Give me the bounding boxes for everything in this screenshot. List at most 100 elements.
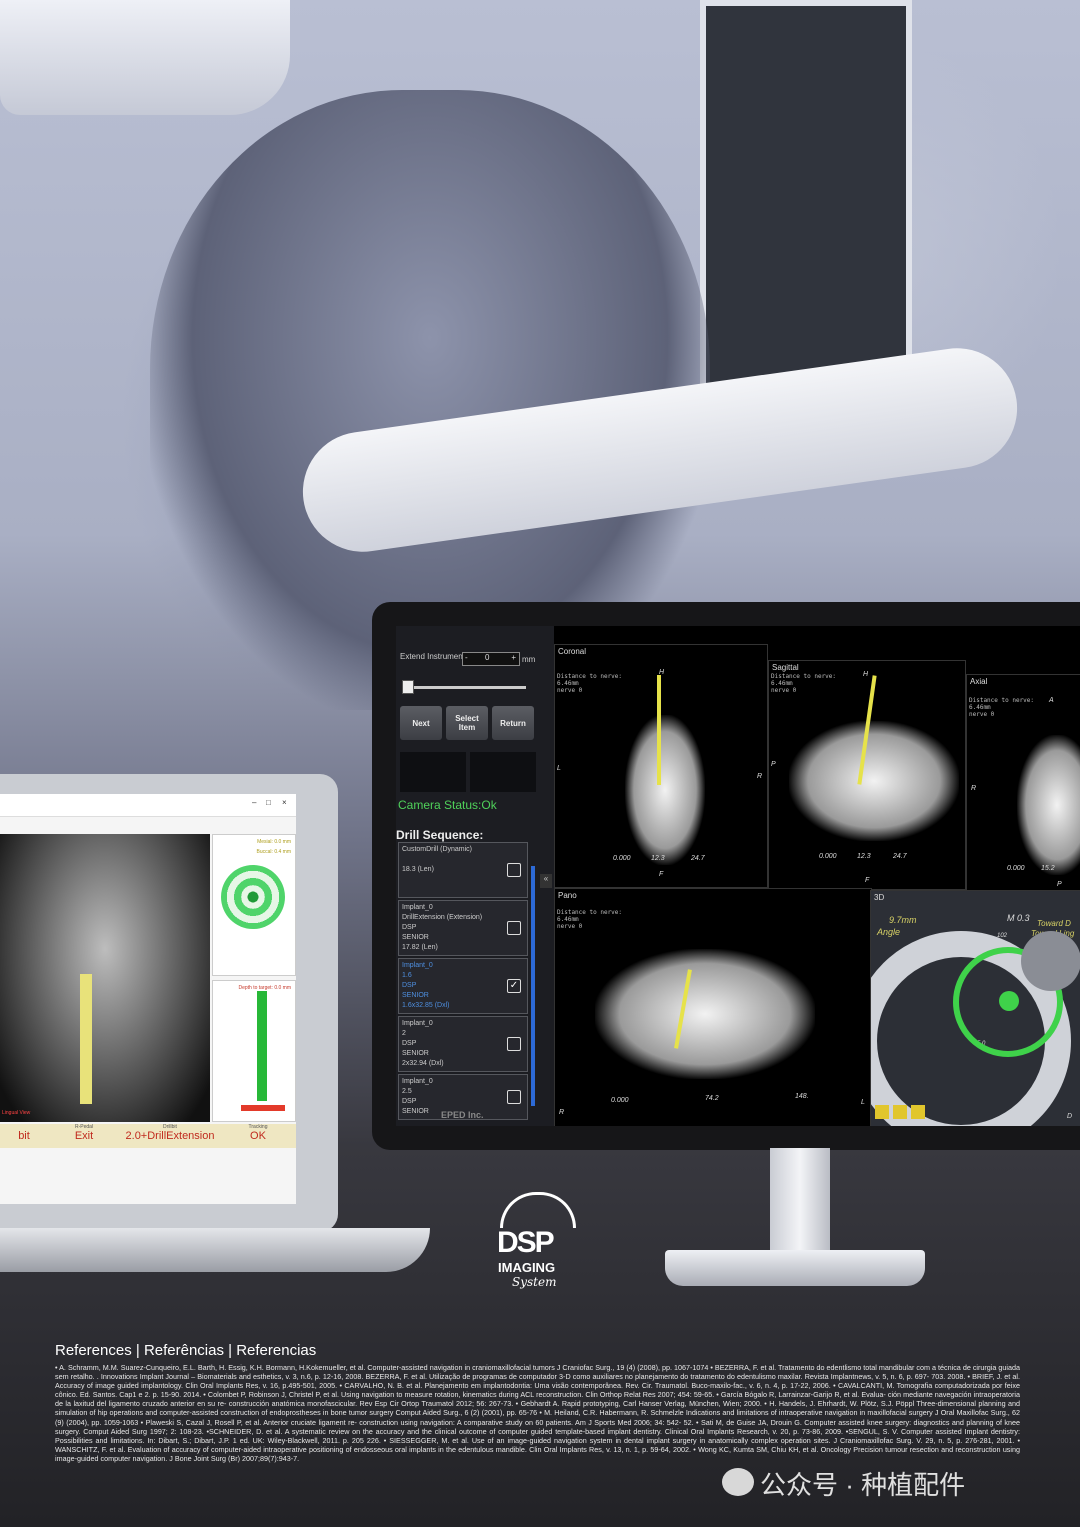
drill-line: 2 xyxy=(402,1030,406,1037)
depth-target-line xyxy=(241,1105,285,1111)
select-item-button[interactable]: Select Item xyxy=(446,706,488,740)
pano-orient-right: L xyxy=(861,1099,865,1106)
3d-rotate-right-icon[interactable] xyxy=(911,1105,925,1119)
drill-list-scrollbar[interactable] xyxy=(531,866,535,1106)
coronal-distance-note: Distance to nerve: 6.46mm nerve 0 xyxy=(557,673,623,694)
vendor-label: EPED Inc. xyxy=(441,1110,484,1120)
drill-checkbox[interactable] xyxy=(507,1037,521,1051)
panoramic-view[interactable]: Pano Distance to nerve: 6.46mm nerve 0 R… xyxy=(554,888,872,1126)
monitor-stand xyxy=(770,1148,830,1258)
3d-depth: 0.3 xyxy=(1017,913,1030,923)
laptop-screen: – □ × Lingual View Mesial: 0.0 mm Buccal… xyxy=(0,794,296,1204)
3d-angle: Angle xyxy=(877,927,901,937)
axial-orient-bottom: P xyxy=(1057,881,1062,888)
minimize-button[interactable]: – xyxy=(252,798,256,807)
stepper-value[interactable]: 0 xyxy=(485,653,489,662)
camera-feed-right xyxy=(470,752,536,792)
drill-sequence-item[interactable]: Implant_0 1.6 DSP SENIOR 1.6x32.85 (Dxl) ✓ xyxy=(398,958,528,1014)
drill-line: SENIOR xyxy=(402,992,429,999)
coronal-tick: 0.000 xyxy=(613,855,631,862)
sagittal-view[interactable]: Sagittal Distance to nerve: 6.46mm nerve… xyxy=(768,660,966,890)
3d-handpiece xyxy=(1021,931,1080,991)
footer-cell-value: 2.0+DrillExtension xyxy=(125,1130,215,1142)
pano-tick: 148. xyxy=(795,1093,809,1100)
pano-label: Pano xyxy=(558,891,577,900)
drill-line: 17.82 (Len) xyxy=(402,944,438,951)
footer-cell[interactable]: bit xyxy=(0,1124,49,1148)
drill-line: SENIOR xyxy=(402,934,429,941)
drill-sequence-item[interactable]: CustomDrill (Dynamic) 18.3 (Len) xyxy=(398,842,528,898)
coronal-view[interactable]: Coronal Distance to nerve: 6.46mm nerve … xyxy=(554,644,768,888)
footer-cell[interactable]: Tracking OK xyxy=(220,1124,296,1148)
pano-jaw-image xyxy=(595,949,815,1079)
3d-rotate-left-icon[interactable] xyxy=(875,1105,889,1119)
footer-cell-value: Exit xyxy=(74,1130,94,1142)
logo-line-2: IMAGING xyxy=(498,1260,556,1275)
return-button[interactable]: Return xyxy=(492,706,534,740)
drill-line xyxy=(402,855,524,865)
footer-cell[interactable]: Drillbit 2.0+DrillExtension xyxy=(120,1124,221,1148)
background-monitor xyxy=(700,0,912,392)
drill-line: Implant_0 xyxy=(402,1020,433,1027)
sagittal-bone-slice xyxy=(789,721,959,841)
stepper-minus-button[interactable]: - xyxy=(465,653,468,662)
camera-status: Camera Status:Ok xyxy=(398,798,497,812)
logo-arc-icon xyxy=(500,1192,576,1228)
laptop-base xyxy=(0,1228,430,1272)
extend-stepper[interactable]: - 0 + xyxy=(462,652,520,666)
sagittal-orient-top: H xyxy=(863,671,869,678)
coronal-orient-top: H xyxy=(659,669,665,676)
drill-sequence-item[interactable]: Implant_0 2 DSP SENIOR 2x32.94 (Dxl) xyxy=(398,1016,528,1072)
drill-checkbox[interactable] xyxy=(507,863,521,877)
ct-image: Lingual View xyxy=(0,834,210,1122)
logo-line-3: System xyxy=(512,1275,557,1289)
drill-sequence-item[interactable]: Implant_0 DrillExtension (Extension) DSP SE… xyxy=(398,900,528,956)
depth-panel: Depth to target: 0.0 mm xyxy=(212,980,296,1122)
drill-checkbox[interactable]: ✓ xyxy=(507,979,521,993)
pano-orient-left: R xyxy=(559,1109,565,1116)
target-rings xyxy=(221,865,285,929)
sagittal-tick: 0.000 xyxy=(819,853,837,860)
sagittal-orient-left: P xyxy=(771,761,776,768)
extend-slider[interactable] xyxy=(402,686,526,689)
drill-checkbox[interactable] xyxy=(507,1090,521,1104)
navigation-screen: Extend Instrument - 0 + mm Next Select I… xyxy=(396,626,1080,1126)
axial-orient-left: R xyxy=(971,785,977,792)
drill-line: 18.3 (Len) xyxy=(402,866,434,873)
coronal-label: Coronal xyxy=(558,647,587,656)
dsp-imaging-logo: DSP IMAGING System xyxy=(494,1190,580,1300)
coronal-orient-left: L xyxy=(557,765,561,772)
drill-line: 1.6x32.85 (Dxl) xyxy=(402,1002,450,1009)
footer-cell[interactable]: R-Pedal Exit xyxy=(48,1124,121,1148)
maximize-button[interactable]: □ xyxy=(266,798,271,807)
stepper-plus-button[interactable]: + xyxy=(511,653,516,662)
drill-checkbox[interactable] xyxy=(507,921,521,935)
3d-reset-icon[interactable] xyxy=(893,1105,907,1119)
sagittal-orient-bottom: F xyxy=(865,877,870,884)
close-button[interactable]: × xyxy=(282,798,287,807)
3d-toward-1: Toward D xyxy=(1037,919,1071,928)
next-button[interactable]: Next xyxy=(400,706,442,740)
wechat-icon xyxy=(722,1468,754,1496)
lingual-view-caption: Lingual View xyxy=(2,1110,31,1116)
drill-line: Implant_0 xyxy=(402,904,433,911)
watermark-text: 公众号 · 种植配件 xyxy=(760,1470,966,1500)
axial-distance-note: Distance to nerve: 6.46mm nerve 0 xyxy=(969,697,1035,718)
collapse-panel-button[interactable]: « xyxy=(540,874,552,888)
drill-sequence-heading: Drill Sequence: xyxy=(396,828,484,842)
drill-line: 2.5 xyxy=(402,1088,412,1095)
drill-line: Implant_0 xyxy=(402,962,433,969)
monitor-base xyxy=(665,1250,925,1286)
laptop-implant-marker xyxy=(80,974,92,1104)
3d-view[interactable]: 3D 9.7mm Angle M 0.3 Toward D Toward Lin… xyxy=(870,890,1080,1126)
drill-line: DSP xyxy=(402,1098,417,1105)
sagittal-tick: 24.7 xyxy=(893,853,907,860)
extend-instrument-label: Extend Instrument xyxy=(400,652,465,661)
laptop-title-bar: – □ × xyxy=(0,794,296,817)
logo-line-1: DSP xyxy=(497,1226,555,1259)
coronal-implant-marker xyxy=(657,675,661,785)
axial-view[interactable]: Axial Distance to nerve: 6.46mm nerve 0 … xyxy=(966,674,1080,892)
extend-slider-handle[interactable] xyxy=(402,680,414,694)
buccal-readout: Buccal: 0.4 mm xyxy=(256,849,291,855)
axial-tick: 15.2 xyxy=(1041,865,1055,872)
